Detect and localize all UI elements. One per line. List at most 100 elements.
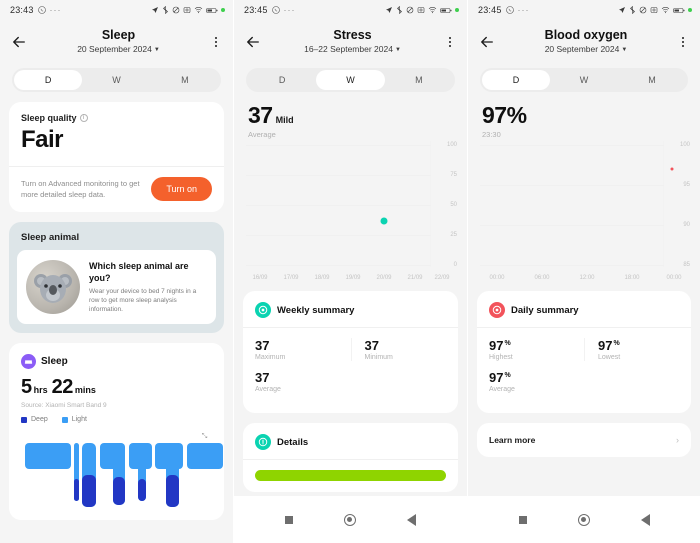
whatsapp-icon [271,1,280,19]
advanced-monitoring-promo: Turn on Advanced monitoring to get more … [21,177,212,201]
summary-value: 37 [255,338,270,353]
sleep-hypnogram-chart[interactable]: ⤡ [21,431,223,509]
gridline [246,145,431,146]
summary-number: 97 [489,370,504,385]
whatsapp-icon [505,1,514,19]
legend-light-swatch [61,416,68,423]
back-triangle-icon[interactable] [640,513,650,526]
y-tick: 85 [683,262,690,268]
sleep-card-title: Sleep [41,356,68,367]
stress-metric: 37 Mild Average [234,92,467,139]
y-tick: 90 [683,222,690,228]
more-options-button[interactable] [443,37,457,47]
gridline [480,185,664,186]
y-tick: 100 [679,142,690,148]
recents-square-icon[interactable] [518,515,527,524]
segment-d[interactable]: D [248,70,316,90]
x-tick: 06:00 [534,275,550,281]
info-icon[interactable]: i [79,114,88,122]
sleep-minutes-unit: mins [74,385,96,395]
segment-d[interactable]: D [482,70,550,90]
stress-chart[interactable]: 100 75 50 25 0 16/09 17/09 18/09 19/09 2… [246,141,457,281]
chart-y-axis [663,141,664,267]
back-triangle-icon[interactable] [407,513,416,526]
segment-w[interactable]: W [550,70,618,90]
summary-unit: % [613,339,620,347]
promo-text: Turn on Advanced monitoring to get more … [21,179,140,199]
legend-light-label: Light [71,416,87,423]
green-dot-icon [455,8,459,12]
more-options-button[interactable] [676,37,690,47]
bed-icon [21,354,36,369]
sleep-minutes: 22 [51,376,74,398]
spo2-data-point[interactable] [670,167,674,171]
details-title: Details [277,436,309,448]
sleep-animal-banner[interactable]: Which sleep animal are you? Wear your de… [17,250,216,324]
status-bar-left: 23:45 ··· [478,1,530,19]
spo2-time: 23:30 [482,130,501,139]
period-segmented-control[interactable]: D W M [480,68,688,92]
summary-cell-average: 97% Average [489,370,584,393]
screen-sleep: 23:43 ··· Sleep 20 September 2024 ▼ D W … [0,0,233,543]
bluetooth-icon [162,2,169,18]
segment-w[interactable]: W [316,70,385,90]
learn-more-row[interactable]: Learn more › [477,423,691,457]
back-button[interactable] [478,33,496,51]
sleep-card-header: Sleep [21,354,212,369]
more-options-button[interactable] [209,37,223,47]
back-button[interactable] [244,33,262,51]
segment-d[interactable]: D [14,70,83,90]
app-bar: Sleep 20 September 2024 ▼ [0,20,233,64]
period-segmented-control[interactable]: D W M [246,68,455,92]
y-tick: 75 [450,172,457,178]
sleep-hours-unit: hrs [33,385,48,395]
gridline [246,205,431,206]
recents-square-icon[interactable] [285,515,293,524]
summary-label: Average [255,386,281,393]
date-selector[interactable]: 16–22 September 2024 ▼ [262,43,443,56]
screenshot-root: 23:43 ··· Sleep 20 September 2024 ▼ D W … [0,0,700,543]
date-selector[interactable]: 20 September 2024 ▼ [28,43,209,56]
segment-m[interactable]: M [151,70,219,90]
divider [9,166,224,167]
gridline [246,175,431,176]
battery-icon [206,2,218,18]
blood-oxygen-chart[interactable]: 100 95 90 85 00:00 06:00 12:00 18:00 00:… [480,141,690,281]
screen-stress: 23:45 ··· Stress 16–22 September 2024 ▼ … [233,0,467,543]
sleep-quality-card: Sleep quality i Fair Turn on Advanced mo… [9,102,224,212]
segment-m[interactable]: M [385,70,453,90]
date-selector[interactable]: 20 September 2024 ▼ [496,43,676,56]
turn-on-button[interactable]: Turn on [151,177,212,201]
summary-value: 97% [489,338,584,353]
home-circle-icon[interactable] [344,513,356,526]
daily-summary-card: Daily summary 97% Highest 97% Lowest 97%… [477,291,691,413]
legend-light: Light [61,416,87,423]
blood-oxygen-metric: 97% 23:30 [468,92,700,139]
summary-cell-lowest: 97% Lowest [584,338,679,361]
y-tick: 0 [453,262,457,268]
expand-icon[interactable]: ⤡ [199,431,210,442]
chevron-down-icon: ▼ [394,46,401,53]
back-button[interactable] [10,33,28,51]
metric-row: 37 Mild [248,102,453,129]
date-label: 20 September 2024 [77,44,152,55]
summary-cell-highest: 97% Highest [489,338,584,361]
summary-label: Average [489,386,515,393]
metric-row: 97% [482,102,686,129]
sleep-animal-question: Which sleep animal are you? [89,261,189,283]
period-segmented-control[interactable]: D W M [12,68,221,92]
segment-w[interactable]: W [82,70,150,90]
x-tick: 18/09 [314,275,330,281]
summary-value: 37 [364,338,379,353]
app-bar: Blood oxygen 20 September 2024 ▼ [468,20,700,64]
stress-data-point[interactable] [380,217,388,225]
segment-m[interactable]: M [618,70,686,90]
green-dot-icon [688,8,692,12]
home-circle-icon[interactable] [577,513,590,526]
weekly-summary-title: Weekly summary [277,304,355,316]
title-block: Blood oxygen 20 September 2024 ▼ [496,28,676,56]
stress-icon [255,302,271,318]
date-label: 20 September 2024 [544,44,620,55]
bottom-nav [234,496,467,543]
bluetooth-icon [629,2,636,18]
